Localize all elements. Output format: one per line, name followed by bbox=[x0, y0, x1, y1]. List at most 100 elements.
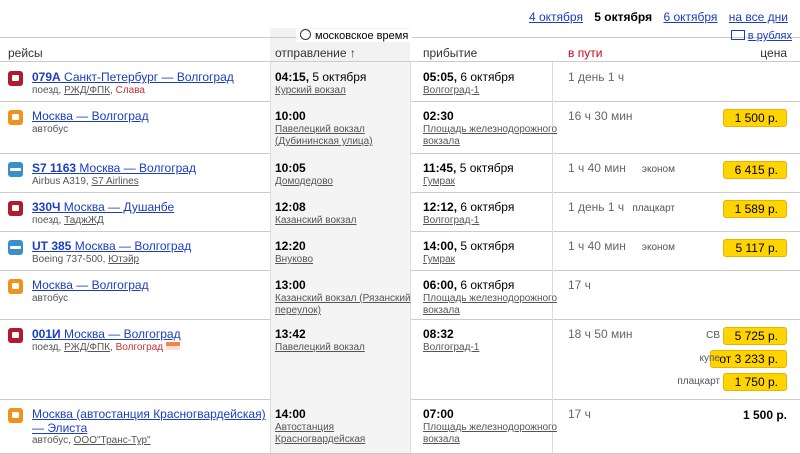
time-value: 14:00 bbox=[275, 407, 306, 421]
date-current: 5 октября bbox=[594, 10, 653, 24]
transport-kind: поезд, bbox=[32, 215, 62, 226]
table-header: московское время в рублях рейсы отправле… bbox=[0, 28, 800, 62]
price-button[interactable]: 6 415 р. bbox=[723, 161, 787, 179]
seat-class: плацкарт bbox=[632, 203, 675, 214]
price-button[interactable]: 5 725 р. bbox=[723, 327, 787, 345]
carrier-link[interactable]: ТаджЖД bbox=[64, 215, 104, 226]
route-details: Boeing 737-500, Ютэйр bbox=[32, 254, 139, 265]
table-row[interactable]: Москва (автостанция Красногвардейская) —… bbox=[0, 399, 800, 454]
departure-station[interactable]: Домодедово bbox=[275, 176, 411, 188]
travel-duration: 17 ч bbox=[568, 278, 591, 292]
date-link-next[interactable]: 6 октября bbox=[663, 10, 717, 24]
arrival-station[interactable]: Гумрак bbox=[423, 176, 559, 188]
date-value: 5 октября bbox=[459, 161, 514, 175]
route-link[interactable]: Москва — Волгоград bbox=[32, 109, 149, 123]
arrival-station[interactable]: Волгоград-1 bbox=[423, 215, 559, 227]
column-divider bbox=[552, 319, 553, 399]
arrival-station[interactable]: Гумрак bbox=[423, 254, 559, 266]
table-row[interactable]: Москва — Волгоград автобус 10:00 Павелецкий… bbox=[0, 101, 800, 154]
time-value: 10:05 bbox=[275, 161, 306, 175]
table-row[interactable]: Москва — Волгоград автобус 13:00 Казанский … bbox=[0, 270, 800, 320]
date-value: 5 октября bbox=[312, 70, 367, 84]
bus-icon bbox=[8, 279, 23, 294]
arrival-time: 05:05, 6 октября bbox=[423, 70, 515, 84]
route-link[interactable]: 001И Москва — Волгоград bbox=[32, 327, 181, 341]
arrival-station[interactable]: Волгоград-1 bbox=[423, 342, 559, 354]
currency-switch[interactable]: в рублях bbox=[730, 30, 792, 42]
column-divider bbox=[270, 270, 271, 319]
table-row[interactable]: 001И Москва — Волгоград поезд, РЖД/ФПК, В… bbox=[0, 319, 800, 400]
route-details: поезд, ТаджЖД bbox=[32, 215, 104, 226]
price-button[interactable]: 1 500 р. bbox=[723, 109, 787, 127]
flag-icon bbox=[166, 342, 181, 350]
route-link[interactable]: Москва — Волгоград bbox=[32, 278, 149, 292]
arrival-station[interactable]: Площадь железнодорожного вокзала bbox=[423, 124, 559, 148]
time-value: 02:30 bbox=[423, 109, 454, 123]
date-link-prev[interactable]: 4 октября bbox=[529, 10, 583, 24]
plane-icon bbox=[8, 162, 23, 177]
arrival-station[interactable]: Площадь железнодорожного вокзала bbox=[423, 422, 559, 446]
price-button[interactable]: 5 117 р. bbox=[723, 239, 787, 257]
route-link[interactable]: 079А Санкт-Петербург — Волгоград bbox=[32, 70, 234, 84]
route-name: Москва — Волгоград bbox=[74, 239, 192, 253]
route-link[interactable]: 330Ч Москва — Душанбе bbox=[32, 200, 174, 214]
table-row[interactable]: UT 385 Москва — Волгоград Boeing 737-500,… bbox=[0, 231, 800, 271]
route-name: Москва — Волгоград bbox=[79, 161, 196, 175]
departure-time: 10:00 bbox=[275, 109, 306, 123]
route-details: автобус, ООО"Транс-Тур" bbox=[32, 435, 151, 446]
table-row[interactable]: 079А Санкт-Петербург — Волгоград поезд, Р… bbox=[0, 62, 800, 102]
route-name: Москва — Душанбе bbox=[63, 200, 175, 214]
departure-station[interactable]: Павелецкий вокзал bbox=[275, 342, 411, 354]
seat-class: купе bbox=[699, 353, 720, 364]
col-price[interactable]: цена bbox=[760, 46, 787, 60]
route-details: Airbus A319, S7 Airlines bbox=[32, 176, 139, 187]
price-button[interactable]: 1 750 р. bbox=[723, 373, 787, 391]
route-name: Санкт-Петербург — Волгоград bbox=[64, 70, 234, 84]
date-value: 6 октября bbox=[460, 200, 515, 214]
price-button[interactable]: от 3 233 р. bbox=[710, 350, 787, 368]
route-link[interactable]: S7 1163 Москва — Волгоград bbox=[32, 161, 196, 175]
route-link[interactable]: Москва (автостанция Красногвардейская) —… bbox=[32, 407, 272, 435]
route-name: Москва — Волгоград bbox=[32, 109, 149, 123]
date-value: 6 октября bbox=[460, 278, 515, 292]
travel-duration: 17 ч bbox=[568, 407, 591, 421]
departure-time: 12:08 bbox=[275, 200, 306, 214]
time-value: 11:45 bbox=[423, 161, 454, 175]
departure-station[interactable]: Казанский вокзал bbox=[275, 215, 411, 227]
price-button[interactable]: 1 589 р. bbox=[723, 200, 787, 218]
time-value: 14:00 bbox=[423, 239, 454, 253]
table-row[interactable]: 330Ч Москва — Душанбе поезд, ТаджЖД 12:08 К… bbox=[0, 192, 800, 232]
departure-station[interactable]: Казанский вокзал (Рязанский переулок) bbox=[275, 293, 411, 317]
departure-station[interactable]: Внуково bbox=[275, 254, 411, 266]
departure-station[interactable]: Курский вокзал bbox=[275, 85, 411, 97]
arrival-station[interactable]: Площадь железнодорожного вокзала bbox=[423, 293, 559, 317]
transport-kind: Boeing 737-500, bbox=[32, 254, 106, 265]
table-row[interactable]: S7 1163 Москва — Волгоград Airbus A319, S… bbox=[0, 153, 800, 193]
bus-icon bbox=[8, 408, 23, 423]
carrier-link[interactable]: Ютэйр bbox=[108, 254, 139, 265]
train-icon bbox=[8, 201, 23, 216]
time-value: 04:15 bbox=[275, 70, 306, 84]
carrier-link[interactable]: ООО"Транс-Тур" bbox=[74, 435, 151, 446]
time-value: 05:05 bbox=[423, 70, 454, 84]
carrier-link[interactable]: РЖД/ФПК bbox=[64, 85, 110, 96]
banknote-icon bbox=[730, 30, 745, 40]
col-arrival[interactable]: прибытие bbox=[423, 46, 477, 60]
col-duration[interactable]: в пути bbox=[568, 46, 602, 60]
departure-station[interactable]: Павелецкий вокзал (Дубининская улица) bbox=[275, 124, 411, 148]
route-details: автобус bbox=[32, 124, 68, 135]
route-link[interactable]: UT 385 Москва — Волгоград bbox=[32, 239, 191, 253]
carrier-link[interactable]: S7 Airlines bbox=[92, 176, 139, 187]
travel-duration: 18 ч 50 мин bbox=[568, 327, 633, 341]
col-departure[interactable]: отправление ↑ bbox=[275, 46, 356, 60]
arrival-time: 02:30 bbox=[423, 109, 454, 123]
seat-class: СВ bbox=[706, 330, 720, 341]
date-link-all[interactable]: на все дни bbox=[729, 10, 788, 24]
time-value: 07:00 bbox=[423, 407, 454, 421]
departure-time: 10:05 bbox=[275, 161, 306, 175]
column-divider bbox=[270, 101, 271, 153]
arrival-station[interactable]: Волгоград-1 bbox=[423, 85, 559, 97]
departure-station[interactable]: Автостанция Красногвардейская bbox=[275, 422, 411, 446]
plane-icon bbox=[8, 240, 23, 255]
carrier-link[interactable]: РЖД/ФПК bbox=[64, 342, 110, 353]
